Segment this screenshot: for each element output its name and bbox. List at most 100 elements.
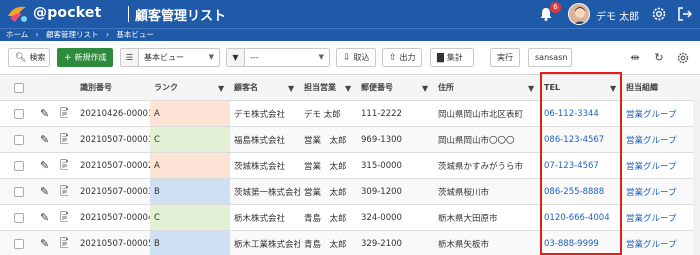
cell-dept[interactable]: 営業グループ: [622, 205, 694, 230]
cell-dept[interactable]: 営業グループ: [622, 179, 694, 204]
filter-icon[interactable]: ▼: [610, 84, 618, 93]
cell-rank: B: [150, 179, 230, 204]
filter-icon[interactable]: ▼: [528, 84, 536, 93]
cell-address: 栃木県大田原市: [438, 213, 498, 224]
filter-icon[interactable]: ▼: [218, 84, 226, 93]
cell-dept[interactable]: 営業グループ: [622, 231, 694, 255]
cell-id[interactable]: 20210507-00002: [76, 153, 150, 178]
table-row[interactable]: ✎ 📄︎ 20210426-00001 A デモ株式会社 デモ 太郎 111-2222 岡山県…: [0, 101, 700, 127]
col-header-customer[interactable]: 顧客名 ▼: [230, 75, 300, 100]
filter-icon[interactable]: ▼: [345, 84, 353, 93]
table-row[interactable]: ✎ 📄︎ 20210507-00002 A 茨城株式会社 営業 太郎 315-0000 茨城県…: [0, 153, 700, 179]
aggregate-button[interactable]: ▇ 集計: [430, 48, 474, 67]
search-icon: 🔍︎: [15, 53, 27, 63]
cell-tel[interactable]: 07-123-4567: [540, 153, 622, 178]
search-button-label: 検索: [29, 53, 46, 62]
scrollbar[interactable]: [693, 100, 700, 255]
row-checkbox[interactable]: [14, 212, 24, 223]
user-avatar-icon: [569, 4, 589, 24]
cell-sales: 営業 太郎: [304, 187, 347, 198]
gear-icon[interactable]: [650, 5, 668, 23]
document-icon[interactable]: 📄︎: [54, 127, 68, 152]
row-checkbox[interactable]: [14, 238, 24, 249]
breadcrumb-list[interactable]: 顧客管理リスト: [46, 30, 99, 39]
table-header-row: 識別番号 ランク ▼ 顧客名 ▼ 担当営業 ▼ 郵便番号 ▼ 住所 ▼ TEL ▼ 担当組織: [0, 75, 700, 101]
col-header-id[interactable]: 識別番号: [76, 75, 150, 100]
table-row[interactable]: ✎ 📄︎ 20210507-00005 B 栃木工業株式会社 青島 太郎 329-2100 栃…: [0, 231, 700, 255]
logout-icon[interactable]: [676, 5, 694, 23]
edit-pencil-icon[interactable]: ✎: [36, 231, 50, 255]
row-checkbox-cell: [0, 179, 30, 204]
cell-id[interactable]: 20210507-00003: [76, 179, 150, 204]
search-button[interactable]: 🔍︎ 検索: [8, 48, 50, 67]
customer-table: 識別番号 ランク ▼ 顧客名 ▼ 担当営業 ▼ 郵便番号 ▼ 住所 ▼ TEL ▼ 担当組織…: [0, 74, 700, 255]
cell-tel[interactable]: 086-255-8888: [540, 179, 622, 204]
row-checkbox[interactable]: [14, 186, 24, 197]
sansasn-button[interactable]: sansasn: [528, 48, 572, 67]
edit-pencil-icon[interactable]: ✎: [36, 153, 50, 178]
col-header-address[interactable]: 住所 ▼: [434, 75, 540, 100]
col-header-zip[interactable]: 郵便番号 ▼: [357, 75, 434, 100]
cell-dept[interactable]: 営業グループ: [622, 101, 694, 126]
cell-customer: 茨城第一株式会社: [234, 187, 300, 198]
select-all-checkbox[interactable]: [14, 82, 24, 93]
execute-button[interactable]: 実行: [490, 48, 520, 67]
avatar[interactable]: [568, 3, 590, 25]
import-button[interactable]: ⇩ 取込: [336, 48, 376, 67]
cell-id[interactable]: 20210507-00004: [76, 205, 150, 230]
row-checkbox[interactable]: [14, 108, 24, 119]
cell-id[interactable]: 20210426-00001: [76, 101, 150, 126]
document-icon[interactable]: 📄︎: [54, 205, 68, 230]
column-resize-icon[interactable]: ⇹: [628, 51, 642, 65]
cell-tel[interactable]: 03-888-9999: [540, 231, 622, 255]
cell-sales: デモ 太郎: [304, 109, 341, 120]
edit-pencil-icon[interactable]: ✎: [36, 179, 50, 204]
col-header-label: 郵便番号: [361, 83, 393, 92]
view-select[interactable]: ☰ 基本ビュー ▼: [120, 48, 220, 67]
document-icon[interactable]: 📄︎: [54, 231, 68, 255]
filter-select[interactable]: ▼ --- ▼: [226, 48, 330, 67]
cell-zip: 329-2100: [361, 238, 402, 249]
cell-sales: 青島 太郎: [304, 213, 347, 224]
cell-zip: 309-1200: [361, 186, 402, 197]
breadcrumb-home[interactable]: ホーム: [6, 30, 28, 39]
page-title: 顧客管理リスト: [135, 9, 227, 24]
cell-tel[interactable]: 086-123-4567: [540, 127, 622, 152]
cell-address: 茨城県桜川市: [438, 187, 490, 198]
edit-pencil-icon[interactable]: ✎: [36, 127, 50, 152]
table-row[interactable]: ✎ 📄︎ 20210507-00004 C 栃木株式会社 青島 太郎 324-0000 栃木県…: [0, 205, 700, 231]
row-checkbox-cell: [0, 153, 30, 178]
row-checkbox[interactable]: [14, 134, 24, 145]
logo-text[interactable]: @pocket: [33, 5, 101, 21]
filter-icon[interactable]: ▼: [422, 84, 430, 93]
edit-pencil-icon[interactable]: ✎: [36, 101, 50, 126]
new-record-button[interactable]: + 新規作成: [57, 48, 113, 67]
col-header-sales[interactable]: 担当営業 ▼: [300, 75, 357, 100]
edit-pencil-icon[interactable]: ✎: [36, 205, 50, 230]
cell-dept[interactable]: 営業グループ: [622, 127, 694, 152]
table-row[interactable]: ✎ 📄︎ 20210507-00001 C 福島株式会社 営業 太郎 969-1300 岡山県…: [0, 127, 700, 153]
app-header: @pocket 顧客管理リスト 6 デモ 太郎: [0, 0, 700, 28]
filter-icon[interactable]: ▼: [288, 84, 296, 93]
col-header-rank[interactable]: ランク ▼: [150, 75, 230, 100]
cell-dept[interactable]: 営業グループ: [622, 153, 694, 178]
cell-tel[interactable]: 0120-666-4004: [540, 205, 622, 230]
export-button[interactable]: ⇧ 出力: [382, 48, 422, 67]
aggregate-label: 集計: [446, 53, 463, 62]
cell-tel[interactable]: 06-112-3344: [540, 101, 622, 126]
table-row[interactable]: ✎ 📄︎ 20210507-00003 B 茨城第一株式会社 営業 太郎 309-1200 茨…: [0, 179, 700, 205]
notification-badge: 6: [550, 2, 561, 13]
pocket-logo-icon[interactable]: [6, 3, 30, 25]
cell-id[interactable]: 20210507-00001: [76, 127, 150, 152]
col-header-tel[interactable]: TEL ▼: [540, 75, 622, 100]
refresh-icon[interactable]: ↻: [652, 51, 666, 65]
toolbar: 🔍︎ 検索 + 新規作成 ☰ 基本ビュー ▼ ▼ --- ▼ ⇩ 取込 ⇧ 出力 ▇ 集計 実行 …: [0, 43, 700, 73]
row-checkbox[interactable]: [14, 160, 24, 171]
document-icon[interactable]: 📄︎: [54, 153, 68, 178]
col-header-dept[interactable]: 担当組織: [622, 75, 694, 100]
document-icon[interactable]: 📄︎: [54, 179, 68, 204]
settings-icon[interactable]: [676, 51, 690, 65]
user-name[interactable]: デモ 太郎: [596, 8, 639, 23]
document-icon[interactable]: 📄︎: [54, 101, 68, 126]
cell-id[interactable]: 20210507-00005: [76, 231, 150, 255]
